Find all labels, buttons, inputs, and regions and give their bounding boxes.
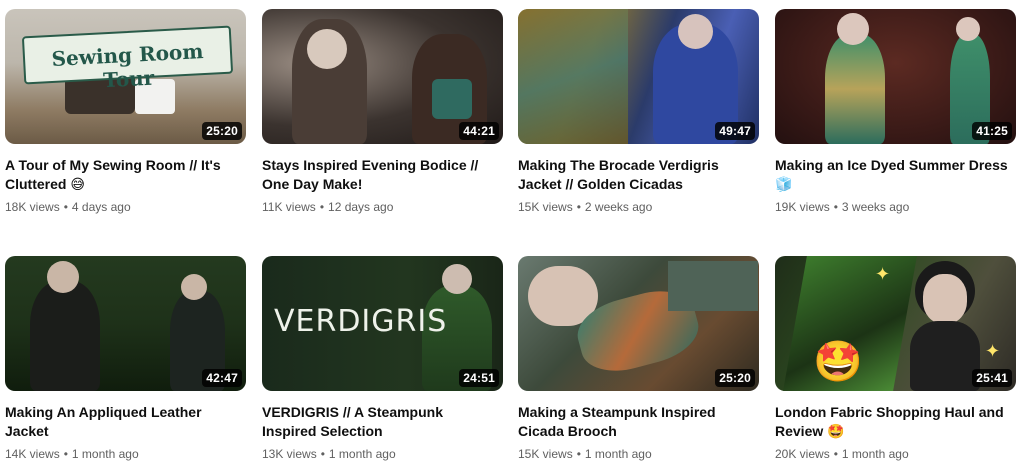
video-duration: 41:25 — [972, 122, 1012, 140]
sparkle-icon: ✦ — [985, 341, 1001, 361]
video-meta: 19K views • 3 weeks ago — [775, 199, 1016, 215]
video-title[interactable]: Making a Steampunk Inspired Cicada Brooc… — [518, 403, 753, 441]
video-meta: 15K views • 2 weeks ago — [518, 199, 759, 215]
video-card[interactable]: Sewing Room Tour 25:20 A Tour of My Sewi… — [5, 9, 246, 215]
video-duration: 25:41 — [972, 369, 1012, 387]
video-meta: 14K views • 1 month ago — [5, 446, 246, 462]
thumbnail-banner: Sewing Room Tour — [21, 25, 234, 92]
meta-separator: • — [63, 447, 68, 461]
video-meta: 15K views • 1 month ago — [518, 446, 759, 462]
upload-age: 1 month ago — [584, 447, 652, 461]
video-thumbnail[interactable]: VERDIGRIS 24:51 — [262, 256, 503, 391]
sparkle-icon: ✦ — [875, 264, 891, 284]
video-title[interactable]: London Fabric Shopping Haul and Review 🤩 — [775, 403, 1010, 441]
video-duration: 24:51 — [459, 369, 499, 387]
upload-age: 12 days ago — [328, 200, 394, 214]
view-count: 15K views — [518, 200, 573, 214]
view-count: 18K views — [5, 200, 60, 214]
meta-separator: • — [576, 200, 581, 214]
meta-separator: • — [833, 200, 838, 214]
video-card[interactable]: VERDIGRIS 24:51 VERDIGRIS // A Steampunk… — [262, 256, 503, 462]
view-count: 13K views — [262, 447, 317, 461]
video-card[interactable]: 25:20 Making a Steampunk Inspired Cicada… — [518, 256, 759, 462]
video-card[interactable]: 41:25 Making an Ice Dyed Summer Dress 🧊 … — [775, 9, 1016, 215]
meta-separator: • — [320, 447, 325, 461]
upload-age: 2 weeks ago — [584, 200, 653, 214]
video-thumbnail[interactable]: Sewing Room Tour 25:20 — [5, 9, 246, 144]
view-count: 20K views — [775, 447, 830, 461]
video-card[interactable]: 44:21 Stays Inspired Evening Bodice // O… — [262, 9, 503, 215]
thumbnail-banner-text: Sewing Room Tour — [51, 39, 204, 93]
video-thumbnail[interactable]: 25:20 — [518, 256, 759, 391]
video-card[interactable]: 49:47 Making The Brocade Verdigris Jacke… — [518, 9, 759, 215]
video-title[interactable]: VERDIGRIS // A Steampunk Inspired Select… — [262, 403, 497, 441]
view-count: 19K views — [775, 200, 830, 214]
video-meta: 18K views • 4 days ago — [5, 199, 246, 215]
view-count: 11K views — [262, 200, 316, 214]
star-struck-emoji-icon: 🤩 — [813, 340, 863, 384]
video-duration: 25:20 — [715, 369, 755, 387]
video-title[interactable]: Making The Brocade Verdigris Jacket // G… — [518, 156, 753, 194]
video-title[interactable]: Making An Appliqued Leather Jacket — [5, 403, 240, 441]
upload-age: 1 month ago — [841, 447, 909, 461]
video-card[interactable]: ✦ ✦ 🤩 25:41 London Fabric Shopping Haul … — [775, 256, 1016, 462]
video-thumbnail[interactable]: 41:25 — [775, 9, 1016, 144]
video-duration: 42:47 — [202, 369, 242, 387]
video-meta: 11K views • 12 days ago — [262, 199, 503, 215]
video-thumbnail[interactable]: ✦ ✦ 🤩 25:41 — [775, 256, 1016, 391]
upload-age: 3 weeks ago — [841, 200, 910, 214]
upload-age: 4 days ago — [71, 200, 131, 214]
video-title[interactable]: Making an Ice Dyed Summer Dress 🧊 — [775, 156, 1010, 194]
video-card[interactable]: 42:47 Making An Appliqued Leather Jacket… — [5, 256, 246, 462]
meta-separator: • — [833, 447, 838, 461]
upload-age: 1 month ago — [71, 447, 139, 461]
video-duration: 44:21 — [459, 122, 499, 140]
video-duration: 49:47 — [715, 122, 755, 140]
video-meta: 20K views • 1 month ago — [775, 446, 1016, 462]
view-count: 14K views — [5, 447, 60, 461]
meta-separator: • — [319, 200, 325, 214]
upload-age: 1 month ago — [328, 447, 396, 461]
thumbnail-title-text: VERDIGRIS — [274, 304, 448, 339]
video-title[interactable]: A Tour of My Sewing Room // It's Clutter… — [5, 156, 240, 194]
video-thumbnail[interactable]: 44:21 — [262, 9, 503, 144]
video-title[interactable]: Stays Inspired Evening Bodice // One Day… — [262, 156, 497, 194]
view-count: 15K views — [518, 447, 573, 461]
video-thumbnail[interactable]: 49:47 — [518, 9, 759, 144]
meta-separator: • — [63, 200, 68, 214]
video-meta: 13K views • 1 month ago — [262, 446, 503, 462]
video-thumbnail[interactable]: 42:47 — [5, 256, 246, 391]
video-duration: 25:20 — [202, 122, 242, 140]
meta-separator: • — [576, 447, 581, 461]
